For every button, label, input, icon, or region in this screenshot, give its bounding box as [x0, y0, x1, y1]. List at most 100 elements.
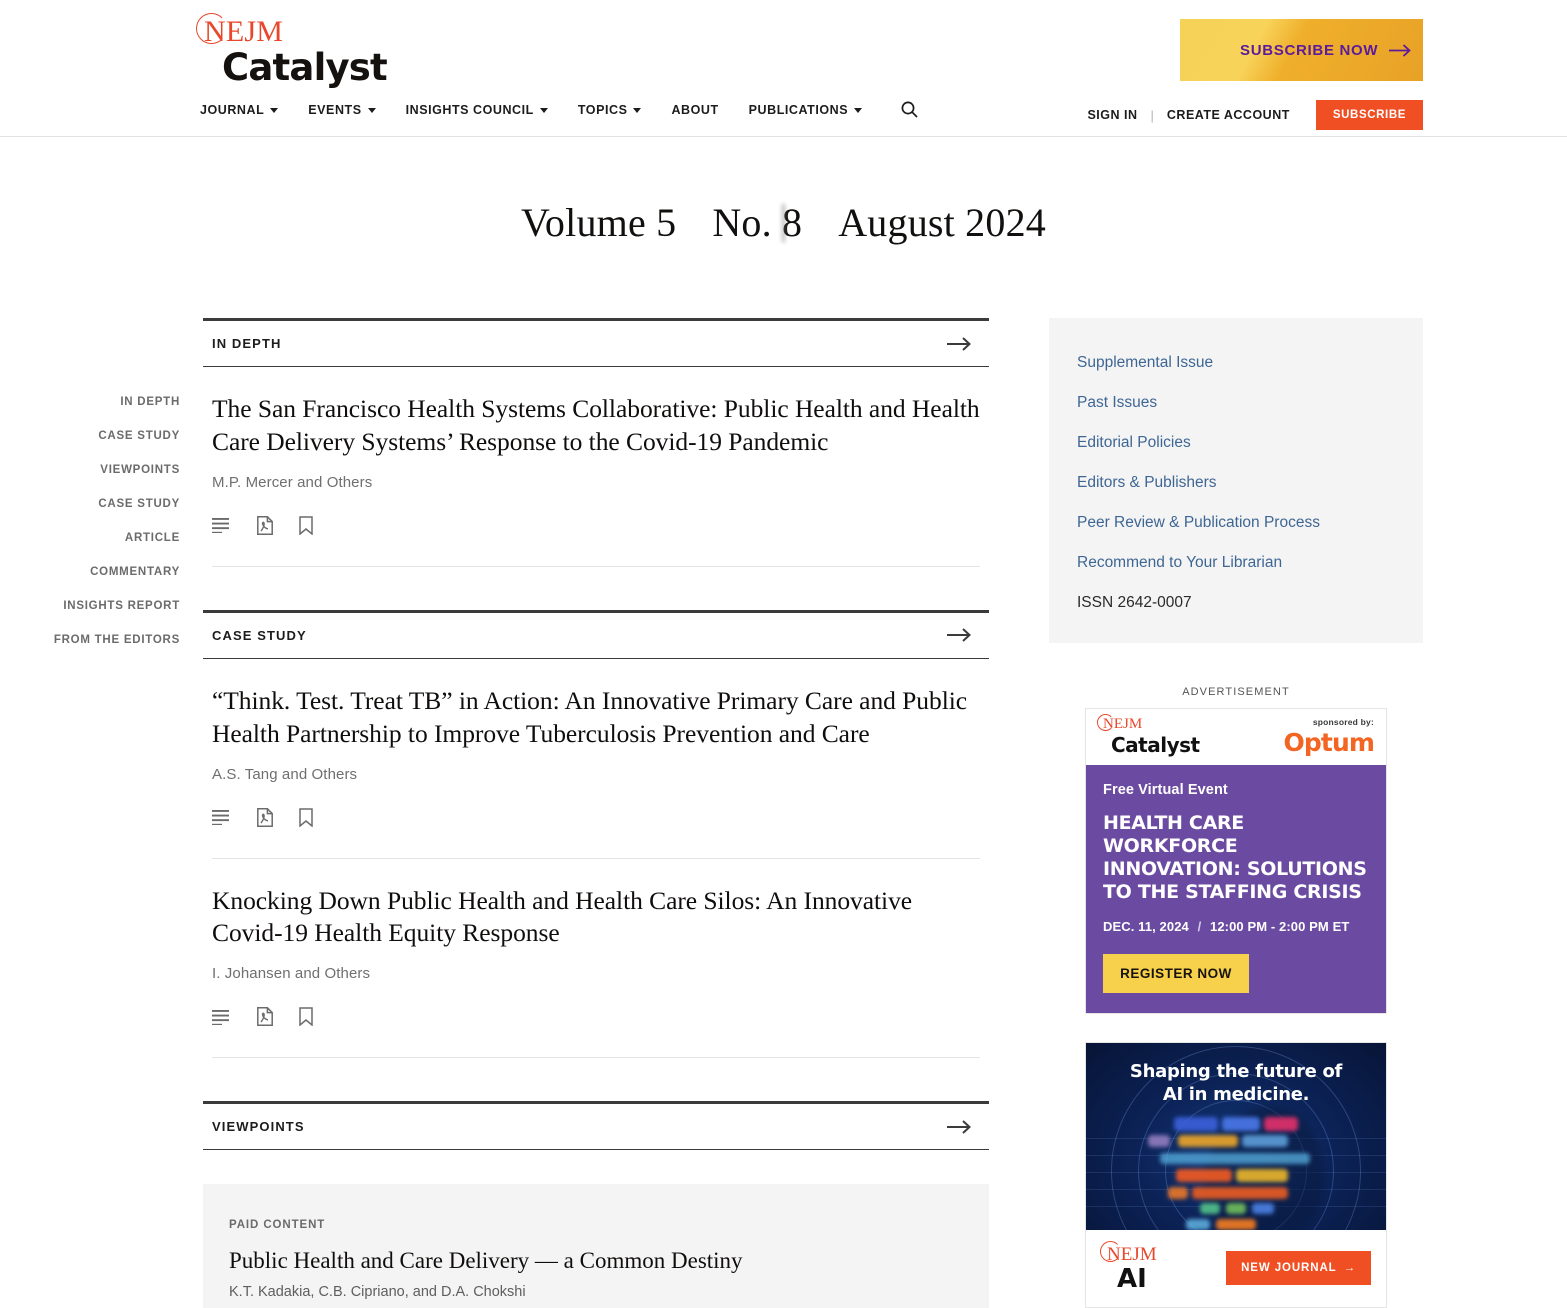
section-header-viewpoints[interactable]: VIEWPOINTS	[203, 1101, 989, 1151]
rail-item-from-the-editors[interactable]: FROM THE EDITORS	[0, 634, 180, 646]
ad-headline: HEALTH CARE WORKFORCE INNOVATION: SOLUTI…	[1103, 812, 1367, 903]
nejm-circle-icon	[1100, 1240, 1121, 1262]
site-header: NEJM Catalyst JOURNAL EVENTS INSIGHTS CO…	[0, 0, 1567, 137]
rail-item-commentary[interactable]: COMMENTARY	[0, 566, 180, 578]
section-label: IN DEPTH	[212, 336, 282, 351]
ad-datetime: DEC. 11, 2024 / 12:00 PM - 2:00 PM ET	[1103, 919, 1369, 934]
advertisement-nejm-ai[interactable]: Shaping the future of AI in medicine. NE…	[1085, 1041, 1387, 1308]
arrow-right-icon[interactable]	[947, 628, 989, 643]
nav-item-journal[interactable]: JOURNAL	[200, 102, 279, 117]
bookmark-icon[interactable]	[299, 1007, 313, 1027]
nav-label: PUBLICATIONS	[748, 102, 849, 117]
bookmark-icon[interactable]	[299, 516, 313, 535]
chevron-down-icon	[367, 108, 376, 113]
abstract-icon[interactable]	[212, 1009, 231, 1025]
register-now-button[interactable]: REGISTER NOW	[1103, 953, 1249, 993]
article-title[interactable]: Knocking Down Public Health and Health C…	[212, 885, 980, 951]
account-separator: |	[1150, 107, 1154, 123]
sidebar-link-peer-review[interactable]: Peer Review & Publication Process	[1049, 503, 1423, 543]
rail-item-in-depth[interactable]: IN DEPTH	[0, 396, 180, 408]
catalyst-wordmark: Catalyst	[222, 46, 388, 89]
rail-item-insights-report[interactable]: INSIGHTS REPORT	[0, 600, 180, 612]
abstract-icon[interactable]	[212, 809, 231, 826]
chevron-down-icon	[854, 108, 863, 113]
create-account-link[interactable]: CREATE ACCOUNT	[1167, 108, 1290, 122]
main-content: IN DEPTH The San Francisco Health System…	[203, 318, 989, 1308]
nejm-ai-logo: NEJM AI	[1100, 1240, 1157, 1292]
nav-item-about[interactable]: ABOUT	[671, 103, 718, 117]
ad-time: 12:00 PM - 2:00 PM ET	[1210, 918, 1350, 934]
catalyst-wordmark: Catalyst	[1111, 733, 1200, 757]
ad-sponsor: sponsored by: Optum	[1283, 717, 1375, 757]
issue-number: No. 8	[712, 200, 803, 245]
sponsored-by-label: sponsored by:	[1312, 717, 1374, 727]
subscribe-now-banner[interactable]: SUBSCRIBE NOW	[1180, 19, 1423, 81]
section-header-in-depth[interactable]: IN DEPTH	[203, 318, 989, 367]
bookmark-icon[interactable]	[299, 807, 313, 827]
arrow-right-icon[interactable]	[947, 1120, 989, 1134]
sign-in-link[interactable]: SIGN IN	[1087, 108, 1137, 122]
arrow-right-icon: →	[1343, 1262, 1356, 1275]
ad-body: Free Virtual Event HEALTH CARE WORKFORCE…	[1086, 765, 1386, 1013]
sidebar-link-supplemental-issue[interactable]: Supplemental Issue	[1049, 343, 1423, 383]
arrow-right-icon	[1389, 43, 1412, 57]
optum-logo: Optum	[1283, 728, 1375, 757]
rail-item-case-study[interactable]: CASE STUDY	[0, 430, 180, 442]
search-icon[interactable]	[900, 100, 919, 119]
nav-label: JOURNAL	[200, 102, 265, 117]
issn-text: ISSN 2642-0007	[1077, 594, 1192, 611]
nav-label: INSIGHTS COUNCIL	[405, 102, 534, 117]
ad-visual: Shaping the future of AI in medicine.	[1086, 1042, 1386, 1230]
nav-item-topics[interactable]: TOPICS	[578, 103, 642, 117]
nejm-circle-icon	[196, 13, 227, 44]
ad-headline-line2: AI in medicine.	[1162, 1083, 1310, 1105]
chevron-down-icon	[270, 108, 279, 113]
site-logo[interactable]: NEJM Catalyst	[196, 13, 430, 89]
nav-item-publications[interactable]: PUBLICATIONS	[748, 102, 863, 117]
right-sidebar: Supplemental Issue Past Issues Editorial…	[1049, 318, 1423, 1308]
issue-volume: Volume 5	[521, 200, 677, 245]
ad-kicker: Free Virtual Event	[1103, 782, 1228, 798]
advertisement-catalyst-event[interactable]: NEJM Catalyst sponsored by: Optum Free V…	[1085, 708, 1387, 1014]
rail-item-viewpoints[interactable]: VIEWPOINTS	[0, 464, 180, 476]
pdf-icon[interactable]	[257, 515, 273, 535]
nejm-wordmark: NEJM	[1097, 714, 1200, 732]
nav-label: TOPICS	[577, 102, 628, 117]
paid-content-card: PAID CONTENT Public Health and Care Deli…	[203, 1184, 989, 1308]
subscribe-button[interactable]: SUBSCRIBE	[1315, 100, 1423, 130]
article-actions	[212, 807, 980, 827]
pdf-icon[interactable]	[257, 1007, 273, 1027]
article-item: “Think. Test. Treat TB” in Action: An In…	[203, 659, 989, 859]
pdf-icon[interactable]	[257, 807, 273, 827]
article-title[interactable]: “Think. Test. Treat TB” in Action: An In…	[212, 685, 980, 751]
nav-label: ABOUT	[671, 102, 719, 117]
article-item: The San Francisco Health Systems Collabo…	[203, 367, 989, 567]
ad-footer: NEJM AI NEW JOURNAL →	[1086, 1229, 1386, 1307]
section-header-case-study[interactable]: CASE STUDY	[203, 609, 989, 659]
nav-label: EVENTS	[308, 102, 362, 117]
ad-brand: NEJM Catalyst	[1097, 714, 1200, 757]
rail-item-case-study-2[interactable]: CASE STUDY	[0, 498, 180, 510]
sidebar-link-editorial-policies[interactable]: Editorial Policies	[1049, 423, 1423, 463]
subscribe-now-label: SUBSCRIBE NOW	[1240, 41, 1379, 59]
article-authors: A.S. Tang and Others	[212, 765, 358, 783]
abstract-icon[interactable]	[212, 517, 231, 534]
ad-headline: Shaping the future of AI in medicine.	[1086, 1043, 1386, 1106]
rail-item-article[interactable]: ARTICLE	[0, 532, 180, 544]
sidebar-link-past-issues[interactable]: Past Issues	[1049, 383, 1423, 423]
article-title[interactable]: The San Francisco Health Systems Collabo…	[212, 393, 980, 459]
article-actions	[212, 515, 980, 535]
paid-content-tag: PAID CONTENT	[229, 1219, 326, 1232]
arrow-right-icon[interactable]	[947, 336, 989, 351]
paid-content-title[interactable]: Public Health and Care Delivery — a Comm…	[229, 1248, 963, 1274]
nav-item-insights-council[interactable]: INSIGHTS COUNCIL	[406, 103, 548, 117]
account-actions: SIGN IN | CREATE ACCOUNT SUBSCRIBE	[1087, 100, 1423, 130]
nav-item-events[interactable]: EVENTS	[308, 102, 376, 117]
sidebar-link-recommend-librarian[interactable]: Recommend to Your Librarian	[1049, 543, 1423, 583]
article-authors: M.P. Mercer and Others	[212, 473, 373, 491]
article-actions	[212, 1007, 980, 1027]
advertisement-label: ADVERTISEMENT	[1182, 686, 1290, 698]
sidebar-link-editors-publishers[interactable]: Editors & Publishers	[1049, 463, 1423, 503]
issue-date: August 2024	[838, 200, 1046, 245]
new-journal-button[interactable]: NEW JOURNAL →	[1226, 1251, 1371, 1286]
